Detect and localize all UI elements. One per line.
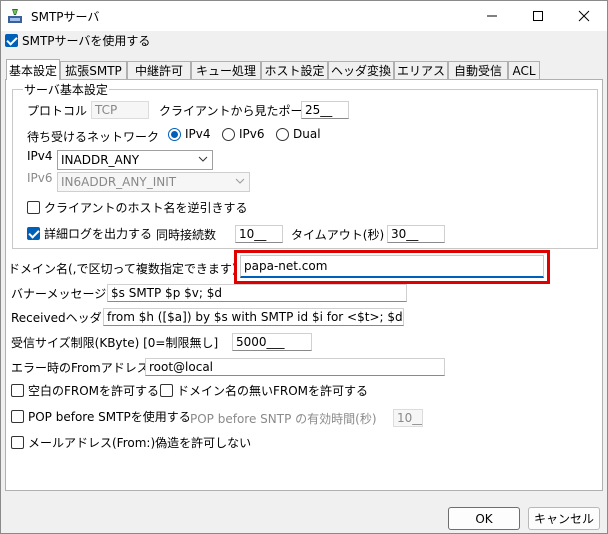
use-smtp-checkbox[interactable]: SMTPサーバを使用する [5,32,150,49]
detail-log-label: 詳細ログを出力する [44,227,153,241]
reverse-lookup-label: クライアントのホスト名を逆引きする [44,201,248,215]
radio-dual-label: Dual [293,127,321,141]
ipv4-combo[interactable]: INADDR_ANY [57,150,213,170]
concurrent-field[interactable]: 10__ [235,225,283,243]
allow-empty-from-label: 空白のFROMを許可する [28,384,160,398]
chevron-down-icon [235,178,245,184]
pop-valid-time-label: POP before SNTP の有効時間(秒) [190,412,377,426]
allow-empty-from-checkbox[interactable]: 空白のFROMを許可する [11,382,159,399]
server-basic-group: サーバ基本設定 プロトコル TCP クライアントから見たポート 25__ 待ち受… [12,81,598,249]
domain-label: ドメイン名(,で区切って複数指定できます) [8,262,237,276]
pop-valid-time-field: 10__ [393,409,423,427]
cancel-button[interactable]: キャンセル [528,507,600,530]
minimize-icon [487,15,497,17]
pop-before-smtp-label: POP before SMTPを使用する [28,410,191,424]
close-button[interactable] [561,1,607,31]
close-icon [578,10,590,22]
banner-label: バナーメッセージ [11,287,107,301]
app-icon [8,9,22,23]
maximize-icon [533,11,543,21]
use-smtp-label: SMTPサーバを使用する [22,34,151,48]
tab-basic[interactable]: 基本設定 [6,59,60,80]
radio-ipv6[interactable]: IPv6 [222,127,265,141]
radio-ipv6-dot[interactable] [222,127,235,141]
timeout-label: タイムアウト(秒) [291,228,385,242]
error-from-label: エラー時のFromアドレス [11,361,149,375]
basic-settings-panel: サーバ基本設定 プロトコル TCP クライアントから見たポート 25__ 待ち受… [5,79,603,491]
group-title: サーバ基本設定 [23,81,109,98]
ipv4-combo-value: INADDR_ANY [61,153,140,167]
error-from-field[interactable]: root@local [145,358,445,376]
allow-empty-from-check[interactable] [11,384,24,397]
pop-before-smtp-checkbox[interactable]: POP before SMTPを使用する [11,408,191,425]
radio-ipv4-dot[interactable] [168,127,181,141]
tab-header[interactable]: ヘッダ変換 [328,61,394,79]
tab-host[interactable]: ホスト設定 [261,61,328,79]
protocol-label: プロトコル [27,104,88,118]
radio-ipv4[interactable]: IPv4 [168,127,211,141]
protocol-field: TCP [91,101,149,119]
received-label: Receivedヘッダ [11,311,102,325]
radio-dual-dot[interactable] [276,127,289,141]
tab-extended-smtp[interactable]: 拡張SMTP [60,61,127,79]
maximize-button[interactable] [515,1,561,31]
recv-size-field[interactable]: 5000___ [232,333,312,351]
ipv4-label: IPv4 [27,149,53,163]
allow-no-domain-from-check[interactable] [160,384,173,397]
received-field[interactable]: from $h ([$a]) by $s with SMTP id $i for… [103,308,404,326]
disallow-spoof-label: メールアドレス(From:)偽造を許可しない [28,436,252,450]
domain-field[interactable]: papa-net.com [240,255,544,278]
radio-ipv6-label: IPv6 [239,127,265,141]
ipv6-combo-value: IN6ADDR_ANY_INIT [61,175,177,189]
detail-log-checkbox[interactable]: 詳細ログを出力する [27,225,152,242]
radio-ipv4-label: IPv4 [185,127,211,141]
tab-auto-receive[interactable]: 自動受信 [448,61,508,79]
tab-alias[interactable]: エリアス [394,61,448,79]
ipv6-combo: IN6ADDR_ANY_INIT [57,172,250,192]
radio-dual[interactable]: Dual [276,127,321,141]
detail-log-check[interactable] [27,227,40,240]
port-label: クライアントから見たポート [159,104,315,118]
banner-field[interactable]: $s SMTP $p $v; $d [107,284,407,302]
disallow-spoof-checkbox[interactable]: メールアドレス(From:)偽造を許可しない [11,434,251,451]
allow-no-domain-from-label: ドメイン名の無いFROMを許可する [177,384,369,398]
window-title: SMTPサーバ [31,10,100,24]
ipv6-label: IPv6 [27,171,53,185]
tab-relay[interactable]: 中継許可 [127,61,191,79]
concurrent-label: 同時接続数 [156,228,217,242]
timeout-field[interactable]: 30__ [387,225,445,243]
port-field[interactable]: 25__ [301,101,349,119]
tab-queue[interactable]: キュー処理 [191,61,261,79]
title-bar[interactable]: SMTPサーバ [1,1,607,31]
allow-no-domain-from-checkbox[interactable]: ドメイン名の無いFROMを許可する [160,382,368,399]
minimize-button[interactable] [469,1,515,31]
tab-acl[interactable]: ACL [508,61,540,79]
reverse-lookup-checkbox[interactable]: クライアントのホスト名を逆引きする [27,199,248,216]
chevron-down-icon [198,156,208,162]
network-label: 待ち受けるネットワーク [27,130,160,144]
smtp-server-dialog: SMTPサーバ SMTPサーバを使用する 基本設定 拡張SMTP 中継許可 キュ… [0,0,608,534]
recv-size-label: 受信サイズ制限(KByte) [0=制限無し] [11,336,219,350]
disallow-spoof-check[interactable] [11,436,24,449]
reverse-lookup-check[interactable] [27,201,40,214]
pop-before-smtp-check[interactable] [11,410,24,423]
use-smtp-check[interactable] [5,34,18,47]
ok-button[interactable]: OK [448,507,520,530]
